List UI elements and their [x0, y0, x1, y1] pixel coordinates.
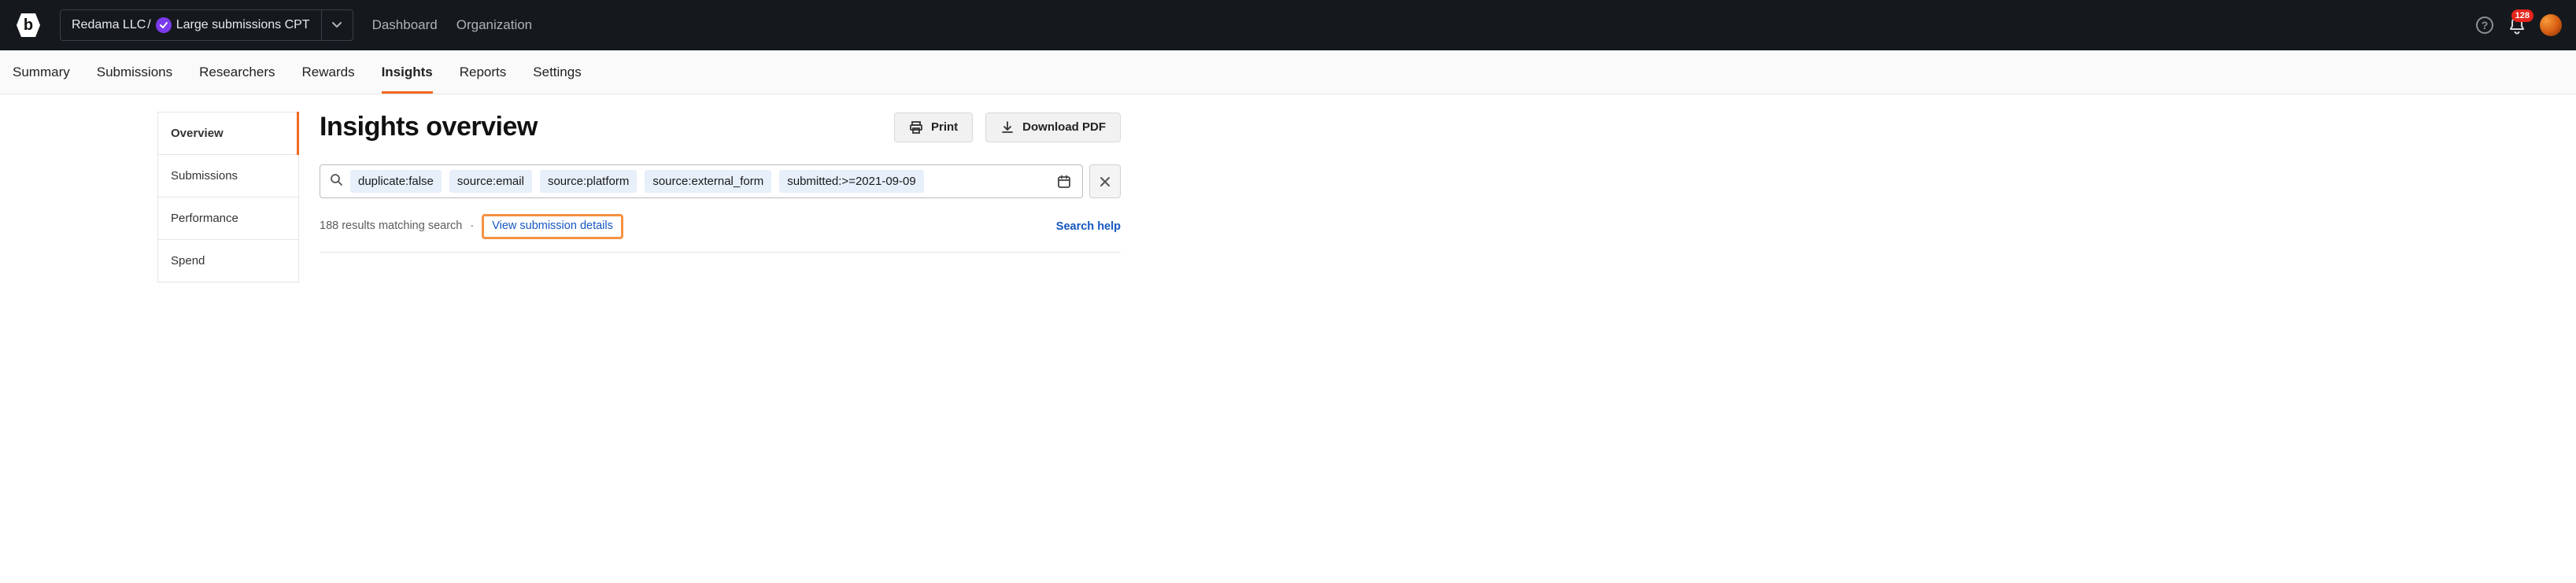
notifications-button[interactable]: 128 [2508, 16, 2526, 35]
sidebar: Overview Submissions Performance Spend [157, 112, 299, 282]
head-actions: Print Download PDF [894, 113, 1121, 142]
main: Insights overview Print Download PDF [320, 112, 1121, 282]
nav-organization[interactable]: Organization [456, 17, 532, 33]
searchbar-wrap: duplicate:false source:email source:plat… [320, 164, 1121, 198]
result-left: 188 results matching search · View submi… [320, 214, 623, 239]
search-help-link[interactable]: Search help [1056, 220, 1121, 233]
breadcrumb-slash: / [147, 18, 150, 32]
sidebar-item-submissions[interactable]: Submissions [158, 155, 298, 197]
topbar-right: ? 128 [2475, 0, 2562, 50]
tab-researchers[interactable]: Researchers [199, 50, 275, 94]
date-picker-button[interactable] [1052, 175, 1076, 189]
tab-reports[interactable]: Reports [460, 50, 507, 94]
download-icon [1000, 120, 1015, 135]
subnav: Summary Submissions Researchers Rewards … [0, 50, 2576, 94]
result-divider: · [470, 220, 474, 232]
tab-submissions[interactable]: Submissions [97, 50, 172, 94]
sidebar-item-performance[interactable]: Performance [158, 197, 298, 240]
view-details-highlight: View submission details [482, 214, 623, 239]
tab-settings[interactable]: Settings [533, 50, 581, 94]
download-label: Download PDF [1022, 120, 1106, 134]
search-chip[interactable]: duplicate:false [350, 170, 442, 193]
search-chip[interactable]: source:email [449, 170, 532, 193]
program-selector-label[interactable]: Redama LLC / Large submissions CPT [61, 10, 321, 40]
search-chip[interactable]: source:platform [540, 170, 637, 193]
tab-summary[interactable]: Summary [13, 50, 70, 94]
verified-icon [156, 17, 172, 33]
page-head: Insights overview Print Download PDF [320, 112, 1121, 142]
page-title: Insights overview [320, 112, 538, 142]
avatar[interactable] [2540, 14, 2562, 36]
search-chips: duplicate:false source:email source:plat… [350, 170, 1046, 193]
download-pdf-button[interactable]: Download PDF [985, 113, 1121, 142]
topbar: b Redama LLC / Large submissions CPT Das… [0, 0, 2576, 50]
org-name: Redama LLC [72, 18, 146, 32]
sidebar-item-spend[interactable]: Spend [158, 240, 298, 282]
tab-insights[interactable]: Insights [382, 50, 433, 94]
search-input[interactable]: duplicate:false source:email source:plat… [320, 164, 1083, 198]
print-button[interactable]: Print [894, 113, 973, 142]
program-name: Large submissions CPT [176, 18, 310, 32]
svg-text:b: b [24, 17, 33, 34]
logo[interactable]: b [13, 9, 44, 41]
content: Overview Submissions Performance Spend I… [0, 94, 2576, 282]
view-submission-details-link[interactable]: View submission details [492, 220, 613, 232]
close-icon [1100, 176, 1111, 187]
print-icon [909, 120, 923, 135]
result-row: 188 results matching search · View submi… [320, 214, 1121, 253]
search-icon [330, 173, 342, 190]
program-selector[interactable]: Redama LLC / Large submissions CPT [60, 9, 353, 41]
search-chip[interactable]: source:external_form [645, 170, 771, 193]
notification-count-badge: 128 [2511, 9, 2533, 22]
program-selector-caret[interactable] [321, 10, 353, 40]
clear-search-button[interactable] [1089, 164, 1121, 198]
tab-rewards[interactable]: Rewards [301, 50, 354, 94]
top-nav: Dashboard Organization [372, 17, 533, 33]
print-label: Print [931, 120, 958, 134]
search-chip[interactable]: submitted:>=2021-09-09 [779, 170, 923, 193]
result-count: 188 results matching search [320, 220, 462, 232]
sidebar-item-overview[interactable]: Overview [158, 113, 298, 155]
svg-text:?: ? [2482, 19, 2489, 31]
calendar-icon [1057, 175, 1071, 189]
nav-dashboard[interactable]: Dashboard [372, 17, 438, 33]
help-icon[interactable]: ? [2475, 16, 2494, 35]
